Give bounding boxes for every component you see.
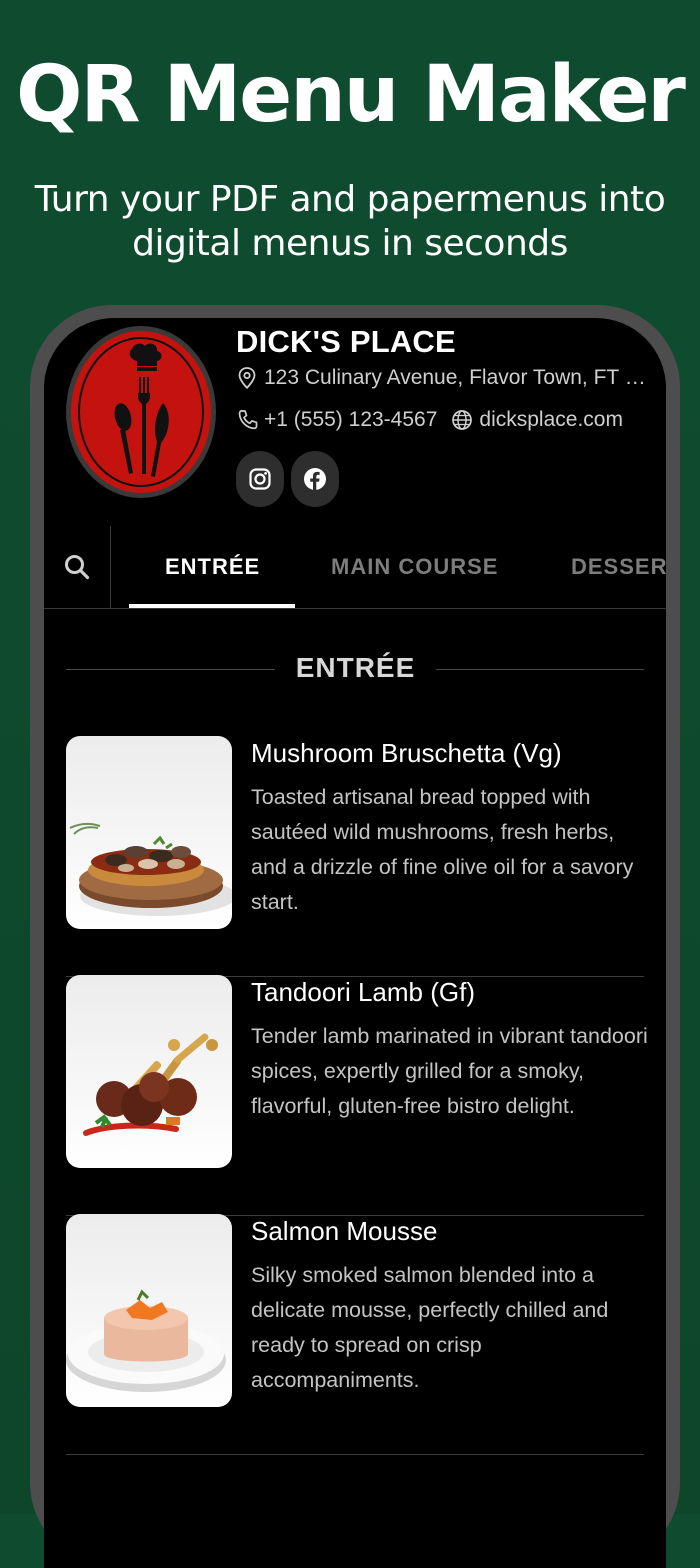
tab-dessert[interactable]: DESSERT xyxy=(571,554,666,580)
section-divider-left xyxy=(66,669,275,670)
menu-item[interactable]: Mushroom Bruschetta (Vg) Toasted artisan… xyxy=(66,736,644,977)
address-row[interactable]: 123 Culinary Avenue, Flavor Town, FT 9..… xyxy=(236,366,646,390)
menu-item[interactable]: Tandoori Lamb (Gf) Tender lamb marinated… xyxy=(66,975,648,1216)
section-divider-right xyxy=(436,669,644,670)
phone-screen: DICK'S PLACE 123 Culinary Avenue, Flavor… xyxy=(44,318,666,1568)
facebook-icon xyxy=(304,468,326,490)
item-description: Toasted artisanal bread topped with saut… xyxy=(251,785,634,914)
website-text: dicksplace.com xyxy=(479,408,623,431)
chef-cutlery-icon xyxy=(78,337,204,487)
promo-subtitle: Turn your PDF and papermenus into digita… xyxy=(34,179,666,264)
item-name: Salmon Mousse xyxy=(251,1216,438,1246)
lamb-image xyxy=(83,1033,218,1136)
contact-row: +1 (555) 123-4567 dicksplace.com xyxy=(236,408,623,432)
tab-entree[interactable]: ENTRÉE xyxy=(165,554,260,580)
phone-number[interactable]: +1 (555) 123-4567 xyxy=(264,408,437,432)
search-icon xyxy=(65,555,90,580)
item-photo xyxy=(66,736,232,929)
search-button[interactable] xyxy=(44,526,111,608)
active-tab-indicator xyxy=(129,604,295,608)
item-photo xyxy=(66,975,232,1168)
restaurant-logo xyxy=(66,326,216,498)
item-description: Silky smoked salmon blended into a delic… xyxy=(251,1263,609,1392)
item-photo xyxy=(66,1214,232,1407)
logo-badge xyxy=(71,331,211,493)
facebook-button[interactable] xyxy=(291,451,339,507)
location-pin-icon xyxy=(238,367,256,390)
menu-item[interactable]: Salmon Mousse Silky smoked salmon blende… xyxy=(66,1214,644,1455)
globe-icon xyxy=(452,410,473,430)
website-link[interactable]: dicksplace.com xyxy=(451,408,623,432)
instagram-icon xyxy=(249,468,271,490)
restaurant-name: DICK'S PLACE xyxy=(236,324,456,359)
section-title: ENTRÉE xyxy=(295,652,416,683)
item-name: Tandoori Lamb (Gf) xyxy=(251,977,475,1007)
bruschetta-image xyxy=(69,822,232,916)
salmon-mousse-image xyxy=(66,1289,226,1392)
address-text: 123 Culinary Avenue, Flavor Town, FT 9..… xyxy=(264,366,646,389)
category-tabbar: ENTRÉE MAIN COURSE DESSERT xyxy=(44,526,666,609)
item-description: Tender lamb marinated in vibrant tandoor… xyxy=(251,1024,648,1118)
promo-title: QR Menu Maker xyxy=(16,50,686,140)
instagram-button[interactable] xyxy=(236,451,284,507)
phone-icon xyxy=(238,410,258,430)
tab-main-course[interactable]: MAIN COURSE xyxy=(331,554,498,580)
item-name: Mushroom Bruschetta (Vg) xyxy=(251,738,562,768)
